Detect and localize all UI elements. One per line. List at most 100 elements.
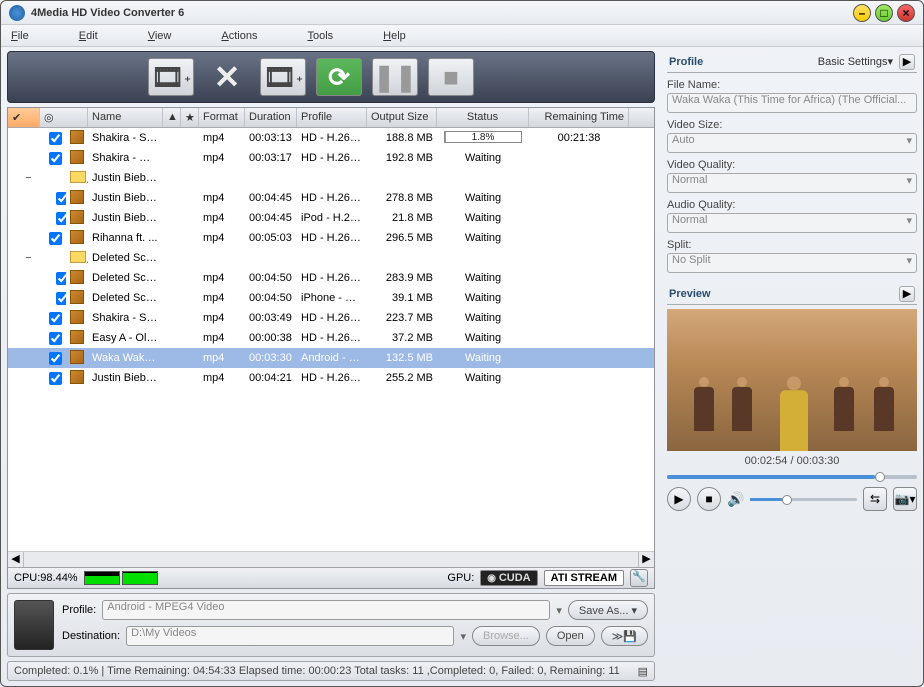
table-row[interactable]: Justin Bieber...mp400:04:45iPod - H.26..… <box>8 208 654 228</box>
row-checkbox[interactable] <box>49 312 62 325</box>
profile-select[interactable]: Android - MPEG4 Video <box>102 600 550 620</box>
table-row[interactable]: Deleted Sce...mp400:04:50iPhone - H....3… <box>8 288 654 308</box>
col-status[interactable]: Status <box>437 108 529 127</box>
videosize-label: Video Size: <box>667 119 917 131</box>
row-status: Waiting <box>437 272 529 284</box>
table-row[interactable]: −Justin Bieber... <box>8 168 654 188</box>
row-checkbox[interactable] <box>56 292 66 305</box>
video-file-icon <box>70 350 84 364</box>
ati-chip[interactable]: ATI STREAM <box>544 570 624 586</box>
table-row[interactable]: Rihanna ft. ...mp400:05:03HD - H.264 ...… <box>8 228 654 248</box>
video-file-icon <box>70 210 84 224</box>
volume-icon[interactable]: 🔊 <box>727 491 744 508</box>
expand-icon[interactable]: − <box>23 253 34 264</box>
video-file-icon <box>70 290 84 304</box>
grid-body[interactable]: Shakira - Su...mp400:03:13HD - H.264 ...… <box>8 128 654 551</box>
table-row[interactable]: −Deleted Sce... <box>8 248 654 268</box>
row-name: Waka Waka ... <box>88 352 163 364</box>
table-row[interactable]: Easy A - Oliv...mp400:00:38HD - H.264 ..… <box>8 328 654 348</box>
export-button[interactable]: ≫💾 <box>601 626 648 646</box>
close-button[interactable]: × <box>897 4 915 22</box>
menu-edit[interactable]: Edit <box>79 30 98 42</box>
row-format: mp4 <box>199 292 245 304</box>
table-row[interactable]: Justin Bieber...mp400:04:45HD - H.264 ..… <box>8 188 654 208</box>
snapshot-button[interactable]: 📷▾ <box>893 487 917 511</box>
video-file-icon <box>70 190 84 204</box>
table-row[interactable]: Waka Waka ...mp400:03:30Android - M...13… <box>8 348 654 368</box>
row-profile: HD - H.264 ... <box>297 192 367 204</box>
to-list-button[interactable]: ⇆ <box>863 487 887 511</box>
preview-video[interactable] <box>667 309 917 451</box>
table-row[interactable]: Justin Bieber...mp400:04:21HD - H.264 ..… <box>8 368 654 388</box>
table-row[interactable]: Deleted Sce...mp400:04:50HD - H.264 ...2… <box>8 268 654 288</box>
audioquality-select[interactable]: Normal▾ <box>667 213 917 233</box>
row-checkbox[interactable] <box>49 232 62 245</box>
expand-arrow-icon[interactable]: ▶ <box>899 54 915 70</box>
destination-input[interactable]: D:\My Videos <box>126 626 454 646</box>
menu-tools[interactable]: Tools <box>307 30 333 42</box>
col-star[interactable]: ★ <box>181 108 199 127</box>
row-checkbox[interactable] <box>49 132 62 145</box>
filename-input[interactable]: Waka Waka (This Time for Africa) (The Of… <box>667 93 917 113</box>
minimize-button[interactable]: – <box>853 4 871 22</box>
save-as-button[interactable]: Save As... ▾ <box>568 600 648 620</box>
preview-expand-icon[interactable]: ▶ <box>899 286 915 302</box>
volume-slider[interactable] <box>750 498 857 501</box>
menu-view[interactable]: View <box>148 30 172 42</box>
expand-icon[interactable]: − <box>23 173 34 184</box>
row-checkbox[interactable] <box>49 332 62 345</box>
table-row[interactable]: Shakira - Sh...mp400:03:49HD - H.264 ...… <box>8 308 654 328</box>
cuda-chip[interactable]: ◉ CUDA <box>480 570 537 586</box>
row-checkbox[interactable] <box>56 272 66 285</box>
col-name[interactable]: Name <box>88 108 163 127</box>
row-checkbox[interactable] <box>56 212 66 225</box>
col-sort-icon[interactable]: ▲ <box>163 108 181 127</box>
row-size: 296.5 MB <box>367 232 437 244</box>
menu-actions[interactable]: Actions <box>221 30 257 42</box>
col-duration[interactable]: Duration <box>245 108 297 127</box>
col-size[interactable]: Output Size <box>367 108 437 127</box>
row-checkbox[interactable] <box>49 352 62 365</box>
row-status: Waiting <box>437 372 529 384</box>
col-check[interactable]: ✔ <box>8 108 40 127</box>
videosize-select[interactable]: Auto▾ <box>667 133 917 153</box>
h-scrollbar[interactable]: ◀ ▶ <box>8 551 654 567</box>
row-duration: 00:05:03 <box>245 232 297 244</box>
add-profile-button[interactable]: 🎞₊ <box>260 58 306 96</box>
row-checkbox[interactable] <box>56 192 66 205</box>
videoquality-select[interactable]: Normal▾ <box>667 173 917 193</box>
log-icon[interactable]: ▤ <box>638 665 648 678</box>
row-status: Waiting <box>437 332 529 344</box>
row-size: 223.7 MB <box>367 312 437 324</box>
settings-mode-dropdown[interactable]: Basic Settings▾ <box>818 55 893 68</box>
menu-file[interactable]: File <box>11 30 29 42</box>
open-button[interactable]: Open <box>546 626 595 646</box>
table-row[interactable]: Shakira - Su...mp400:03:13HD - H.264 ...… <box>8 128 654 148</box>
row-status: Waiting <box>437 312 529 324</box>
row-checkbox[interactable] <box>49 372 62 385</box>
menu-help[interactable]: Help <box>383 30 406 42</box>
col-profile[interactable]: Profile <box>297 108 367 127</box>
add-file-button[interactable]: 🎞₊ <box>148 58 194 96</box>
table-row[interactable]: Shakira - Wh...mp400:03:17HD - H.264 ...… <box>8 148 654 168</box>
settings-icon[interactable]: 🔧 <box>630 569 648 587</box>
remove-button[interactable]: ✕ <box>204 58 250 96</box>
stop-preview-button[interactable]: ■ <box>697 487 721 511</box>
row-name: Shakira - Wh... <box>88 152 163 164</box>
convert-button[interactable]: ⟳ <box>316 58 362 96</box>
video-file-icon <box>70 370 84 384</box>
col-icon-spacer: ◎ <box>40 108 88 127</box>
row-duration: 00:04:45 <box>245 212 297 224</box>
pause-button[interactable]: ❚❚ <box>372 58 418 96</box>
stop-button[interactable]: ■ <box>428 58 474 96</box>
col-remaining[interactable]: Remaining Time <box>529 108 629 127</box>
play-button[interactable]: ▶ <box>667 487 691 511</box>
title-bar: 4Media HD Video Converter 6 – □ × <box>1 1 923 25</box>
split-select[interactable]: No Split▾ <box>667 253 917 273</box>
maximize-button[interactable]: □ <box>875 4 893 22</box>
seek-slider[interactable] <box>667 475 917 479</box>
col-format[interactable]: Format <box>199 108 245 127</box>
row-progress: 1.8% <box>444 131 522 143</box>
browse-button[interactable]: Browse... <box>472 626 540 646</box>
row-checkbox[interactable] <box>49 152 62 165</box>
